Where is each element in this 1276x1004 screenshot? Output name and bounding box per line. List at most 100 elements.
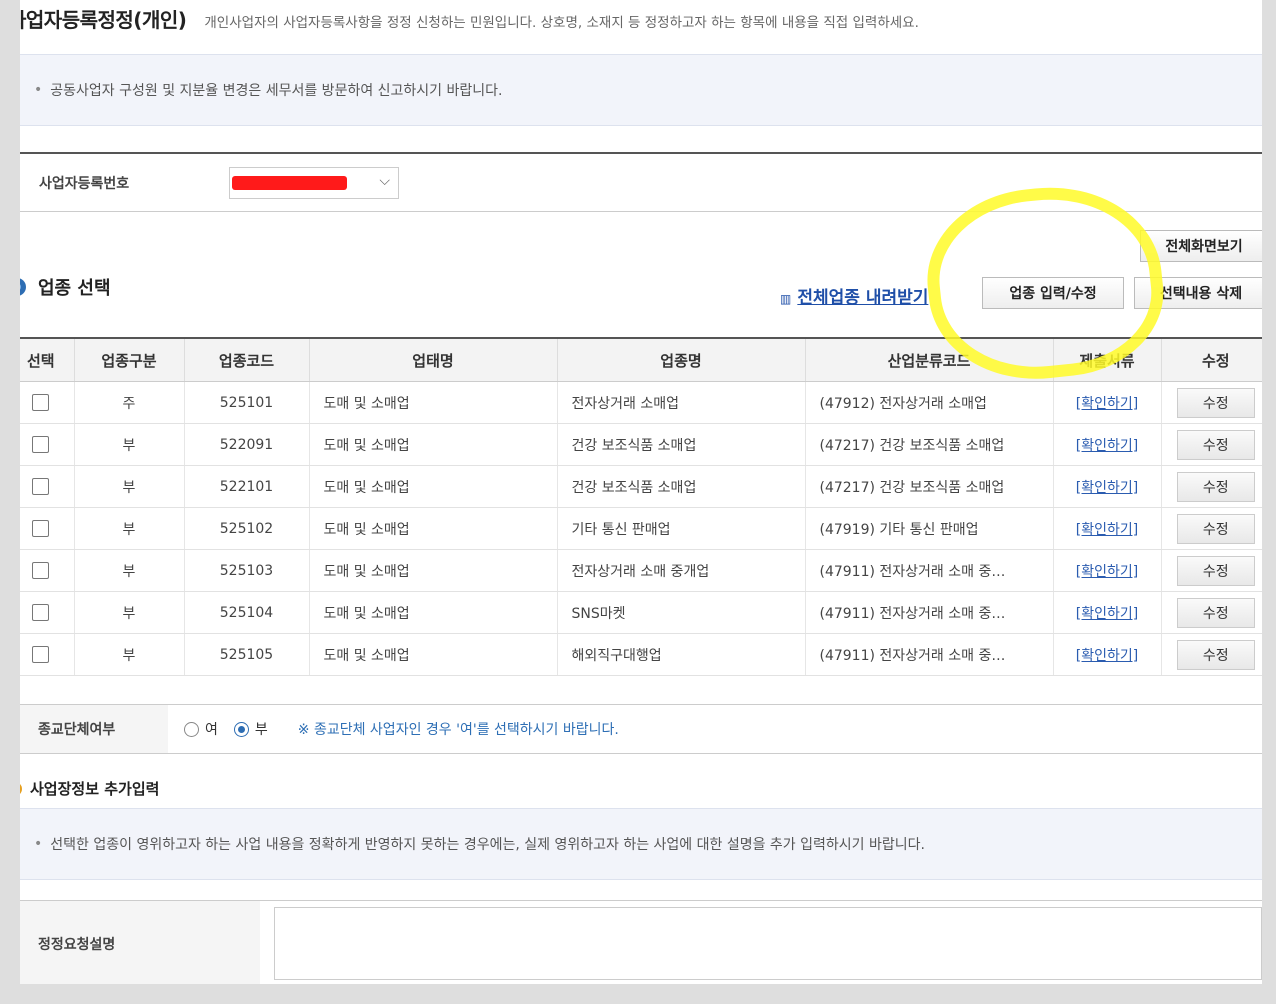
religion-option-no-label: 부 (254, 722, 268, 738)
document-check-link[interactable]: [확인하기] (1076, 396, 1138, 412)
cell-code: 525103 (184, 549, 310, 592)
cell-code: 525105 (184, 633, 310, 676)
download-all-label: 전체업종 내려받기 (797, 288, 929, 308)
religion-note: ※ 종교단체 사업자인 경우 '여'를 선택하시기 바랍니다. (297, 722, 619, 738)
notice-top: • 공동사업자 구성원 및 지분율 변경은 세무서를 방문하여 신고하시기 바랍… (8, 54, 1270, 126)
cell-business: 도매 및 소매업 (309, 507, 558, 550)
col-header-edit: 수정 (1161, 338, 1270, 382)
table-row: 부 525104 도매 및 소매업 SNS마켓 (47911) 전자상거래 소매… (8, 591, 1270, 634)
col-header-industry: 업종명 (557, 338, 806, 382)
cell-industry: 기타 통신 판매업 (557, 507, 806, 550)
table-header-row: 선택 업종구분 업종코드 업태명 업종명 산업분류코드 제출서류 수정 (8, 338, 1270, 382)
row-checkbox[interactable] (32, 562, 50, 579)
page-header: 사업자등록정정(개인) 개인사업자의 사업자등록사항을 정정 신청하는 민원입니… (8, 4, 919, 34)
cell-code: 522091 (184, 423, 310, 466)
redaction-mark (232, 175, 347, 190)
cell-industry: 건강 보조식품 소매업 (557, 423, 806, 466)
cell-industry: 해외직구대행업 (557, 633, 806, 676)
cell-industry: 전자상거래 소매 중개업 (557, 549, 806, 592)
cell-class-code: (47217) 건강 보조식품 소매업 (805, 465, 1054, 508)
cell-industry: 전자상거래 소매업 (557, 381, 806, 424)
document-check-link[interactable]: [확인하기] (1076, 648, 1138, 664)
radio-no[interactable] (233, 721, 249, 737)
row-edit-button[interactable]: 수정 (1176, 387, 1255, 418)
col-header-documents: 제출서류 (1053, 338, 1162, 382)
workplace-section-title-text: 사업장정보 추가입력 (30, 780, 160, 798)
cell-type: 부 (74, 633, 185, 676)
cell-business: 도매 및 소매업 (309, 549, 558, 592)
edit-industry-button[interactable]: 업종 입력/수정 (982, 277, 1124, 309)
cell-type: 부 (74, 591, 185, 634)
table-row: 주 525101 도매 및 소매업 전자상거래 소매업 (47912) 전자상거… (8, 381, 1270, 424)
right-margin (1262, 0, 1276, 1004)
row-edit-button[interactable]: 수정 (1176, 513, 1255, 544)
industry-table: 선택 업종구분 업종코드 업태명 업종명 산업분류코드 제출서류 수정 주 52… (8, 337, 1270, 676)
document-check-link[interactable]: [확인하기] (1076, 522, 1138, 538)
cell-class-code: (47911) 전자상거래 소매 중… (805, 549, 1054, 592)
cell-type: 주 (74, 381, 185, 424)
cell-business: 도매 및 소매업 (309, 591, 558, 634)
row-edit-button[interactable]: 수정 (1176, 639, 1255, 670)
request-description-label: 정정요청설명 (8, 901, 260, 986)
cell-type: 부 (74, 465, 185, 508)
industry-section-title-text: 업종 선택 (38, 278, 111, 299)
religion-label: 종교단체여부 (8, 705, 168, 753)
notice-top-text: 공동사업자 구성원 및 지분율 변경은 세무서를 방문하여 신고하시기 바랍니다… (50, 83, 503, 99)
table-row: 부 525105 도매 및 소매업 해외직구대행업 (47911) 전자상거래 … (8, 633, 1270, 676)
cell-type: 부 (74, 549, 185, 592)
document-check-link[interactable]: [확인하기] (1076, 606, 1138, 622)
row-edit-button[interactable]: 수정 (1176, 471, 1255, 502)
chevron-down-icon: ⌵ (379, 172, 390, 189)
cell-business: 도매 및 소매업 (309, 633, 558, 676)
cell-type: 부 (74, 423, 185, 466)
row-checkbox[interactable] (32, 520, 50, 537)
cell-business: 도매 및 소매업 (309, 423, 558, 466)
page-subtitle: 개인사업자의 사업자등록사항을 정정 신청하는 민원입니다. 상호명, 소재지 … (204, 15, 919, 31)
cell-code: 525101 (184, 381, 310, 424)
request-description-row: 정정요청설명 (8, 900, 1270, 986)
cell-business: 도매 및 소매업 (309, 465, 558, 508)
registration-number-select[interactable]: ⌵ (229, 166, 399, 199)
document-check-link[interactable]: [확인하기] (1076, 438, 1138, 454)
row-edit-button[interactable]: 수정 (1176, 555, 1255, 586)
bullet-dot-icon: • (34, 836, 43, 852)
download-icon: ▥ (780, 292, 792, 306)
workplace-section-title: 사업장정보 추가입력 (8, 778, 159, 799)
religion-option-no[interactable]: 부 (233, 719, 268, 739)
cell-class-code: (47911) 전자상거래 소매 중… (805, 633, 1054, 676)
table-row: 부 522091 도매 및 소매업 건강 보조식품 소매업 (47217) 건강… (8, 423, 1270, 466)
row-edit-button[interactable]: 수정 (1176, 429, 1255, 460)
row-checkbox[interactable] (32, 394, 50, 411)
row-checkbox[interactable] (32, 646, 50, 663)
registration-number-label: 사업자등록번호 (39, 175, 130, 192)
cell-code: 525102 (184, 507, 310, 550)
cell-industry: SNS마켓 (557, 591, 806, 634)
left-margin (0, 0, 20, 1004)
religion-option-yes[interactable]: 여 (184, 719, 218, 739)
row-edit-button[interactable]: 수정 (1176, 597, 1255, 628)
col-header-class-code: 산업분류코드 (805, 338, 1054, 382)
radio-yes[interactable] (184, 721, 199, 737)
cell-business: 도매 및 소매업 (309, 381, 558, 424)
cell-type: 부 (74, 507, 185, 550)
col-header-type: 업종구분 (74, 338, 185, 382)
row-checkbox[interactable] (32, 436, 50, 453)
table-row: 부 525102 도매 및 소매업 기타 통신 판매업 (47919) 기타 통… (8, 507, 1270, 550)
cell-class-code: (47919) 기타 통신 판매업 (805, 507, 1054, 550)
page: 사업자등록정정(개인) 개인사업자의 사업자등록사항을 정정 신청하는 민원입니… (0, 0, 1276, 1004)
cell-class-code: (47217) 건강 보조식품 소매업 (805, 423, 1054, 466)
industry-section-title: 업종 선택 (8, 274, 111, 300)
document-check-link[interactable]: [확인하기] (1076, 480, 1138, 496)
row-checkbox[interactable] (32, 478, 50, 495)
row-checkbox[interactable] (32, 604, 50, 621)
document-check-link[interactable]: [확인하기] (1076, 564, 1138, 580)
table-row: 부 522101 도매 및 소매업 건강 보조식품 소매업 (47217) 건강… (8, 465, 1270, 508)
workplace-notice-text: 선택한 업종이 영위하고자 하는 사업 내용을 정확하게 반영하지 못하는 경우… (50, 837, 925, 853)
fullscreen-button[interactable]: 전체화면보기 (1140, 230, 1268, 262)
cell-class-code: (47911) 전자상거래 소매 중… (805, 591, 1054, 634)
download-all-industries-link[interactable]: ▥ 전체업종 내려받기 (780, 283, 928, 308)
request-description-textarea[interactable] (274, 907, 1262, 980)
cell-industry: 건강 보조식품 소매업 (557, 465, 806, 508)
cell-code: 522101 (184, 465, 310, 508)
delete-selected-button[interactable]: 선택내용 삭제 (1134, 277, 1268, 309)
